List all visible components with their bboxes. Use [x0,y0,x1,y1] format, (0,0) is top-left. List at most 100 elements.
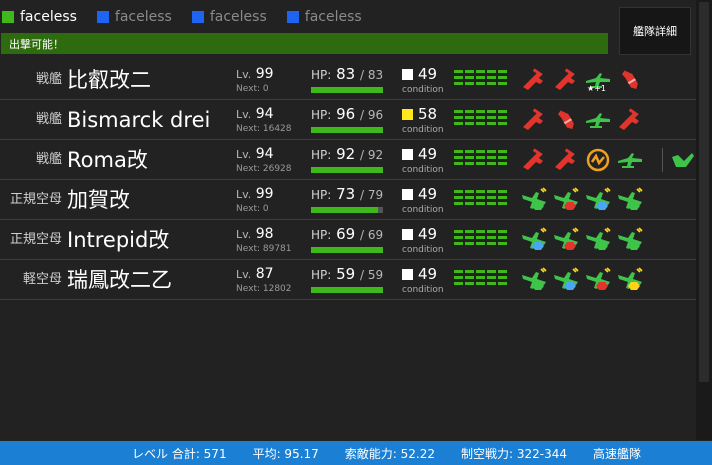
hp-max-value: 69 [367,228,384,242]
exp-gauge [454,150,508,168]
ship-name: 比叡改二 [67,68,151,92]
ship-row[interactable]: 戦艦 Bismarck drei Lv. 94 Next: 16428 HP: … [0,100,696,140]
hp-label: HP: [311,148,332,162]
torpedo-bomber-blue-icon[interactable] [584,187,612,213]
hp-bar [311,167,383,173]
fighter-green-icon[interactable] [520,187,548,213]
hp-value: 69 [336,225,356,243]
level-value: 94 [255,146,274,162]
next-value: 0 [262,204,269,214]
hp-value: 92 [336,145,356,163]
seaplane-green-icon[interactable] [584,107,612,133]
hp-max-value: 83 [367,68,384,82]
level-average: 平均: 95.17 [252,446,319,461]
next-label: Next: [236,84,260,94]
fleet-tab-1[interactable]: faceless [0,9,77,25]
ship-condition: 49 [402,145,437,163]
condition-label: condition [402,245,444,255]
fighter-green-icon[interactable] [616,227,644,253]
main-gun-red-icon[interactable] [520,67,548,93]
ship-row[interactable]: 正規空母 加賀改 Lv. 99 Next: 0 HP: 73 / 79 49 c… [0,180,696,220]
level-label: Lv. [236,108,252,121]
hp-max-value: 96 [367,108,384,122]
equipment-slots [520,107,648,133]
next-exp: Next: 16428 [236,124,292,134]
ship-type: 戦艦 [35,72,62,87]
equipment-slots [520,227,648,253]
fleet-tab-label: faceless [209,9,267,25]
main-gun-red-icon[interactable] [552,67,580,93]
fleet-color-icon [286,11,299,23]
hp-value: 59 [336,265,356,283]
ship-level: Lv. 99 [236,66,274,82]
level-value: 99 [255,66,274,82]
bomber-red-icon[interactable] [584,267,612,293]
ship-row[interactable]: 戦艦 比叡改二 Lv. 99 Next: 0 HP: 83 / 83 49 co… [0,60,696,100]
torpedo-bomber-blue-icon[interactable] [520,227,548,253]
next-label: Next: [236,284,260,294]
ship-type: 戦艦 [35,152,62,167]
svg-text:★+1: ★+1 [587,84,606,93]
seaplane-green-icon[interactable]: ★+1 [584,67,612,93]
condition-label: condition [402,125,444,135]
next-label: Next: [236,124,260,134]
main-gun-red-icon[interactable] [552,147,580,173]
hp-bar [311,247,383,253]
condition-indicator [402,108,413,120]
recon-yellow-icon[interactable] [616,267,644,293]
main-gun-red-icon[interactable] [520,107,548,133]
equipment-slots [520,187,648,213]
next-value: 26928 [262,164,292,174]
fighter-green-icon[interactable] [520,267,548,293]
bomber-red-icon[interactable] [552,227,580,253]
ship-row[interactable]: 軽空母 瑞鳳改二乙 Lv. 87 Next: 12802 HP: 59 / 59… [0,260,696,300]
ship-name: Roma改 [67,148,148,172]
hp-max-value: 59 [367,268,384,282]
aa-gun-green-icon[interactable] [668,147,696,173]
next-exp: Next: 0 [236,84,269,94]
fleet-tab-2[interactable]: faceless [91,9,172,25]
ex-slot-divider [662,148,663,172]
next-label: Next: [236,164,260,174]
shell-red-icon[interactable] [552,107,580,133]
ship-row[interactable]: 戦艦 Roma改 Lv. 94 Next: 26928 HP: 92 / 92 … [0,140,696,180]
hp-bar-fill [311,207,378,213]
exp-gauge [454,270,508,288]
ship-hp: HP: 96 / 96 [311,105,383,123]
hp-max-value: 92 [367,148,384,162]
ship-level: Lv. 94 [236,146,274,162]
hp-bar-fill [311,287,383,293]
scrollbar-thumb[interactable] [699,2,709,382]
ship-row[interactable]: 正規空母 Intrepid改 Lv. 98 Next: 89781 HP: 69… [0,220,696,260]
next-exp: Next: 12802 [236,284,292,294]
shell-red-icon[interactable] [616,67,644,93]
hp-bar-fill [311,87,383,93]
main-gun-red-icon[interactable] [616,107,644,133]
equipment-slots [520,267,648,293]
level-label: Lv. [236,68,252,81]
fleet-color-icon [96,11,109,23]
seaplane-green-icon[interactable] [616,147,644,173]
main-gun-red-icon[interactable] [520,147,548,173]
hp-bar [311,287,383,293]
radar-orange-icon[interactable] [584,147,612,173]
ship-name: Bismarck drei [67,108,211,132]
fleet-tab-4[interactable]: faceless [281,9,362,25]
bomber-red-icon[interactable] [552,187,580,213]
next-label: Next: [236,244,260,254]
hp-value: 83 [336,65,356,83]
fighter-green-icon[interactable] [616,187,644,213]
hp-label: HP: [311,228,332,242]
hp-max: / 59 [359,268,384,282]
hp-max: / 92 [359,148,384,162]
fleet-tab-3[interactable]: faceless [186,9,267,25]
ship-level: Lv. 94 [236,106,274,122]
ship-name: 瑞鳳改二乙 [67,268,172,292]
fleet-detail-button[interactable]: 艦隊詳細 [619,7,691,55]
torpedo-bomber-blue-icon[interactable] [552,267,580,293]
ship-condition: 49 [402,265,437,283]
fleet-tab-label: faceless [114,9,172,25]
next-exp: Next: 89781 [236,244,292,254]
condition-label: condition [402,205,444,215]
fighter-green-icon[interactable] [584,227,612,253]
